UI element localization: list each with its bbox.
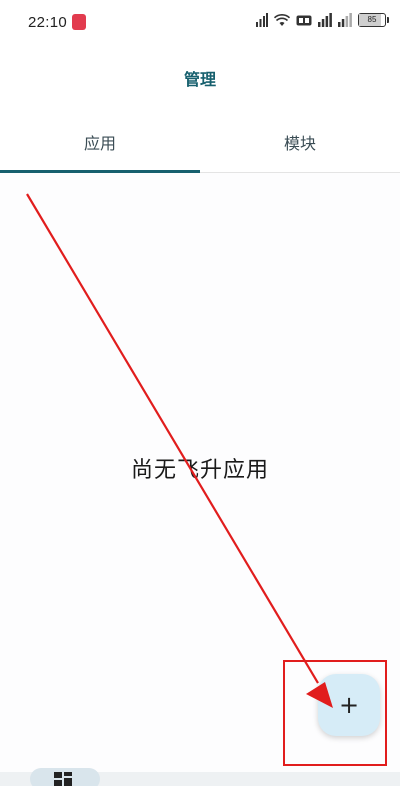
- tab-indicator: [0, 170, 200, 173]
- signal-icon: [318, 13, 332, 27]
- notification-app-icon: [72, 14, 86, 30]
- tab-apps[interactable]: 应用: [0, 118, 200, 172]
- signal-icon: [338, 13, 352, 27]
- status-icons: 85: [256, 13, 389, 27]
- tab-modules[interactable]: 模块: [200, 118, 400, 172]
- hd-icon: [296, 15, 312, 25]
- battery-level: 85: [367, 15, 377, 24]
- app-screen: 22:10 85 管理 应用 模块 尚无飞升应用 +: [0, 0, 400, 786]
- add-app-button[interactable]: +: [318, 674, 380, 736]
- status-bar: 22:10 85: [0, 0, 400, 44]
- page-title: 管理: [183, 70, 216, 89]
- status-time: 22:10: [28, 14, 68, 31]
- battery-icon: 85: [358, 13, 389, 27]
- empty-state-message: 尚无飞升应用: [130, 458, 269, 483]
- grid-icon: [54, 772, 72, 786]
- plus-icon: +: [338, 691, 360, 719]
- wifi-icon: [274, 13, 290, 26]
- signal-icon: [256, 13, 268, 27]
- tab-bar: 应用 模块: [0, 118, 400, 173]
- app-bar: 管理: [0, 44, 400, 118]
